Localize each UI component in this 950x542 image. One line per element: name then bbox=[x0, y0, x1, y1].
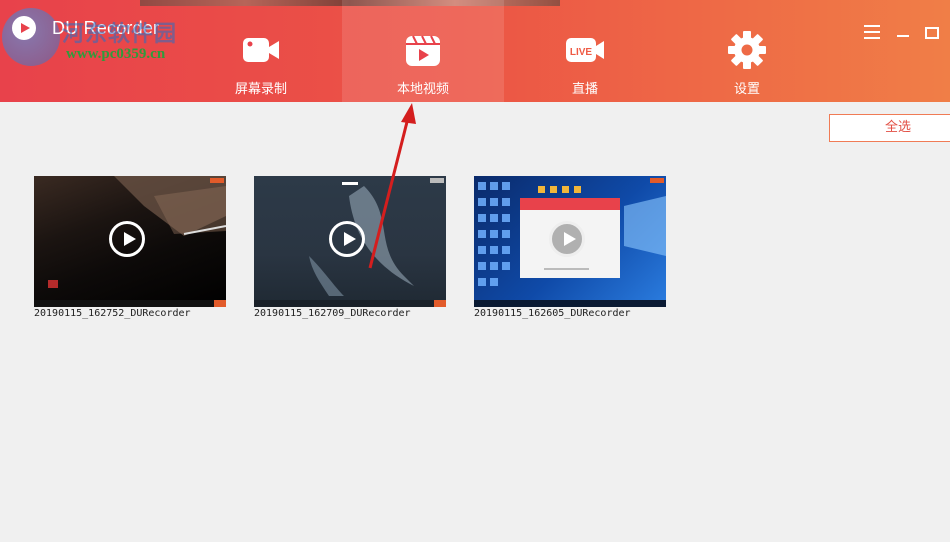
live-icon: LIVE bbox=[566, 38, 604, 62]
video-card[interactable]: 20190115_162709_DURecorder bbox=[254, 176, 446, 319]
watermark-url: www.pc0359.cn bbox=[66, 46, 166, 62]
clapperboard-icon bbox=[406, 35, 440, 66]
video-thumbnail[interactable] bbox=[474, 176, 666, 307]
play-icon[interactable] bbox=[549, 221, 585, 257]
app-header: DU Recorder 河东软件园 www.pc0359.cn 屏幕录制 本地视… bbox=[0, 0, 950, 102]
video-filename: 20190115_162605_DURecorder bbox=[474, 308, 631, 319]
nav-live[interactable]: LIVE 直播 bbox=[504, 0, 666, 102]
nav-screen-record[interactable]: 屏幕录制 bbox=[180, 0, 342, 102]
watermark-text: 河东软件园 bbox=[62, 21, 178, 47]
nav-label: 本地视频 bbox=[396, 82, 449, 97]
video-camera-icon bbox=[243, 38, 279, 62]
nav-label: 直播 bbox=[571, 82, 598, 97]
app-logo-icon bbox=[12, 16, 36, 40]
video-card[interactable]: 20190115_162752_DURecorder bbox=[34, 176, 226, 319]
nav-local-video[interactable]: 本地视频 bbox=[342, 0, 504, 102]
video-filename: 20190115_162709_DURecorder bbox=[254, 308, 411, 319]
video-filename: 20190115_162752_DURecorder bbox=[34, 308, 191, 319]
video-thumbnail[interactable] bbox=[254, 176, 446, 307]
video-thumbnail[interactable] bbox=[34, 176, 226, 307]
minimize-icon[interactable] bbox=[893, 22, 913, 42]
menu-icon[interactable] bbox=[862, 22, 882, 42]
select-all-button[interactable]: 全选 bbox=[829, 114, 950, 142]
nav-label: 屏幕录制 bbox=[234, 82, 287, 97]
gear-icon bbox=[728, 31, 766, 69]
nav-label: 设置 bbox=[733, 82, 760, 97]
play-icon[interactable] bbox=[109, 221, 145, 257]
nav-settings[interactable]: 设置 bbox=[666, 0, 828, 102]
play-icon[interactable] bbox=[329, 221, 365, 257]
video-card[interactable]: 20190115_162605_DURecorder bbox=[474, 176, 666, 319]
maximize-icon[interactable] bbox=[922, 22, 942, 42]
live-badge-text: LIVE bbox=[570, 47, 593, 58]
